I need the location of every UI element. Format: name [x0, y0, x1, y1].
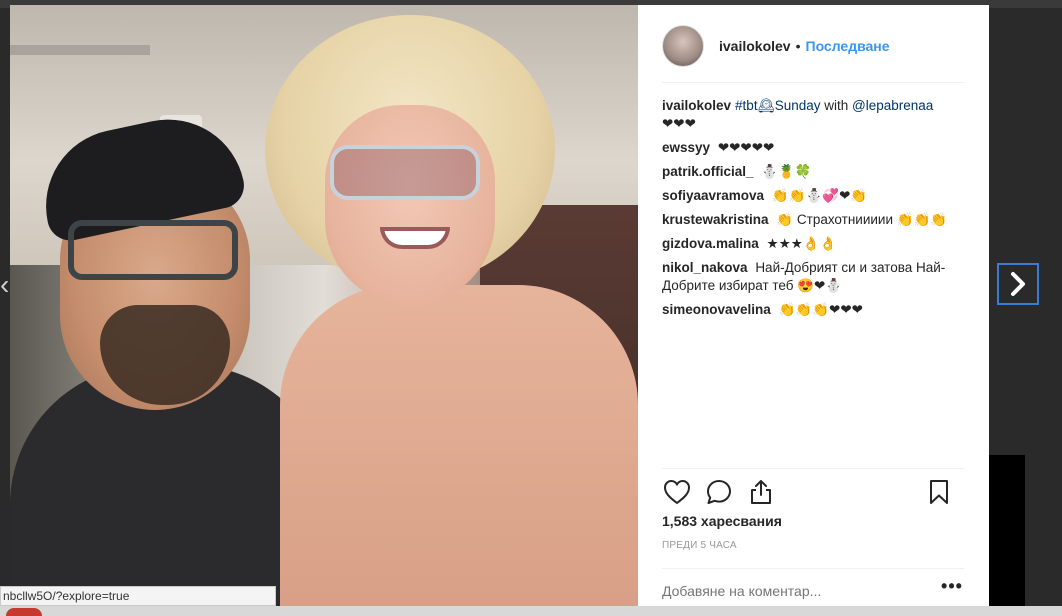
avatar[interactable] — [662, 25, 704, 67]
caption-hashtag[interactable]: #tbt🕰Sunday — [735, 98, 820, 113]
comment-item: simeonovavelina 👏👏👏❤❤❤ — [662, 301, 962, 319]
action-bar — [660, 475, 964, 509]
like-button[interactable] — [660, 475, 694, 509]
add-comment-input[interactable] — [662, 581, 932, 601]
divider — [662, 82, 964, 83]
background-dark-block — [989, 455, 1025, 616]
taskbar-button[interactable] — [6, 608, 42, 616]
comment-item: krustewakristina 👏 Страхотниииии 👏👏👏 — [662, 211, 962, 229]
chevron-left-icon: ‹ — [0, 270, 10, 300]
photo-man-glasses — [68, 220, 238, 280]
header-dot: • — [795, 38, 801, 54]
comment-text: 👏 Страхотниииии 👏👏👏 — [776, 212, 948, 227]
save-button[interactable] — [922, 475, 956, 509]
post-side-panel: ivailokolev • Последване ivailokolev #tbt… — [638, 5, 989, 616]
header-username[interactable]: ivailokolev — [719, 38, 791, 54]
comment-username[interactable]: ewssyy — [662, 140, 710, 155]
post-photo[interactable] — [10, 5, 638, 616]
comment-item: patrik.official_ ⛄🍍🍀 — [662, 163, 962, 181]
comments-list: ivailokolev #tbt🕰Sunday with @lepabrenaa … — [662, 97, 962, 325]
photo-woman-glasses — [330, 145, 480, 200]
chevron-right-icon — [1011, 272, 1025, 296]
comment-text: 👏👏⛄💞❤👏 — [771, 188, 868, 203]
divider — [662, 468, 964, 469]
comment-username[interactable]: patrik.official_ — [662, 164, 754, 179]
comment-button[interactable] — [702, 475, 736, 509]
share-button[interactable] — [744, 475, 778, 509]
divider — [662, 568, 964, 569]
caption-with: with — [824, 98, 849, 113]
photo-woman-dress — [280, 285, 638, 616]
photo-woman-face — [325, 105, 495, 305]
comment-username[interactable]: krustewakristina — [662, 212, 769, 227]
post-time[interactable]: ПРЕДИ 5 ЧАСА — [662, 540, 737, 551]
comment-item: gizdova.malina ★★★👌👌 — [662, 235, 962, 253]
comment-username[interactable]: simeonovavelina — [662, 302, 771, 317]
comment-item: sofiyaavramova 👏👏⛄💞❤👏 — [662, 187, 962, 205]
heart-icon — [663, 479, 691, 505]
caption-username[interactable]: ivailokolev — [662, 98, 731, 113]
taskbar-edge — [0, 606, 1062, 616]
comment-username[interactable]: gizdova.malina — [662, 236, 759, 251]
comment-icon — [707, 480, 731, 504]
comment-item: ewssyy ❤❤❤❤❤ — [662, 139, 962, 157]
next-post-button[interactable] — [997, 263, 1039, 305]
photo-woman-smile — [380, 227, 450, 249]
follow-button[interactable]: Последване — [806, 38, 890, 54]
comment-text: ⛄🍍🍀 — [761, 164, 812, 179]
bookmark-icon — [930, 480, 948, 504]
post-modal: ivailokolev • Последване ivailokolev #tbt… — [10, 5, 989, 616]
more-options-button[interactable]: ••• — [940, 577, 964, 599]
comment-username[interactable]: nikol_nakova — [662, 260, 748, 275]
likes-count[interactable]: 1,583 харесвания — [662, 513, 782, 529]
comment-username[interactable]: sofiyaavramova — [662, 188, 764, 203]
caption: ivailokolev #tbt🕰Sunday with @lepabrenaa … — [662, 97, 962, 133]
caption-mention[interactable]: @lepabrenaa — [852, 98, 933, 113]
comment-text: ★★★👌👌 — [766, 236, 837, 251]
photo-ceiling — [10, 45, 150, 55]
status-url: nbcllw5O/?explore=true — [0, 586, 276, 606]
comment-text: ❤❤❤❤❤ — [717, 140, 775, 155]
caption-hearts: ❤❤❤ — [662, 116, 696, 131]
prev-post-arrow[interactable]: ‹ — [0, 270, 10, 300]
comment-item: nikol_nakova Най-Добрият си и затова Най… — [662, 259, 962, 295]
share-icon — [751, 480, 771, 504]
comment-text: 👏👏👏❤❤❤ — [778, 302, 863, 317]
post-header: ivailokolev • Последване — [662, 21, 964, 71]
